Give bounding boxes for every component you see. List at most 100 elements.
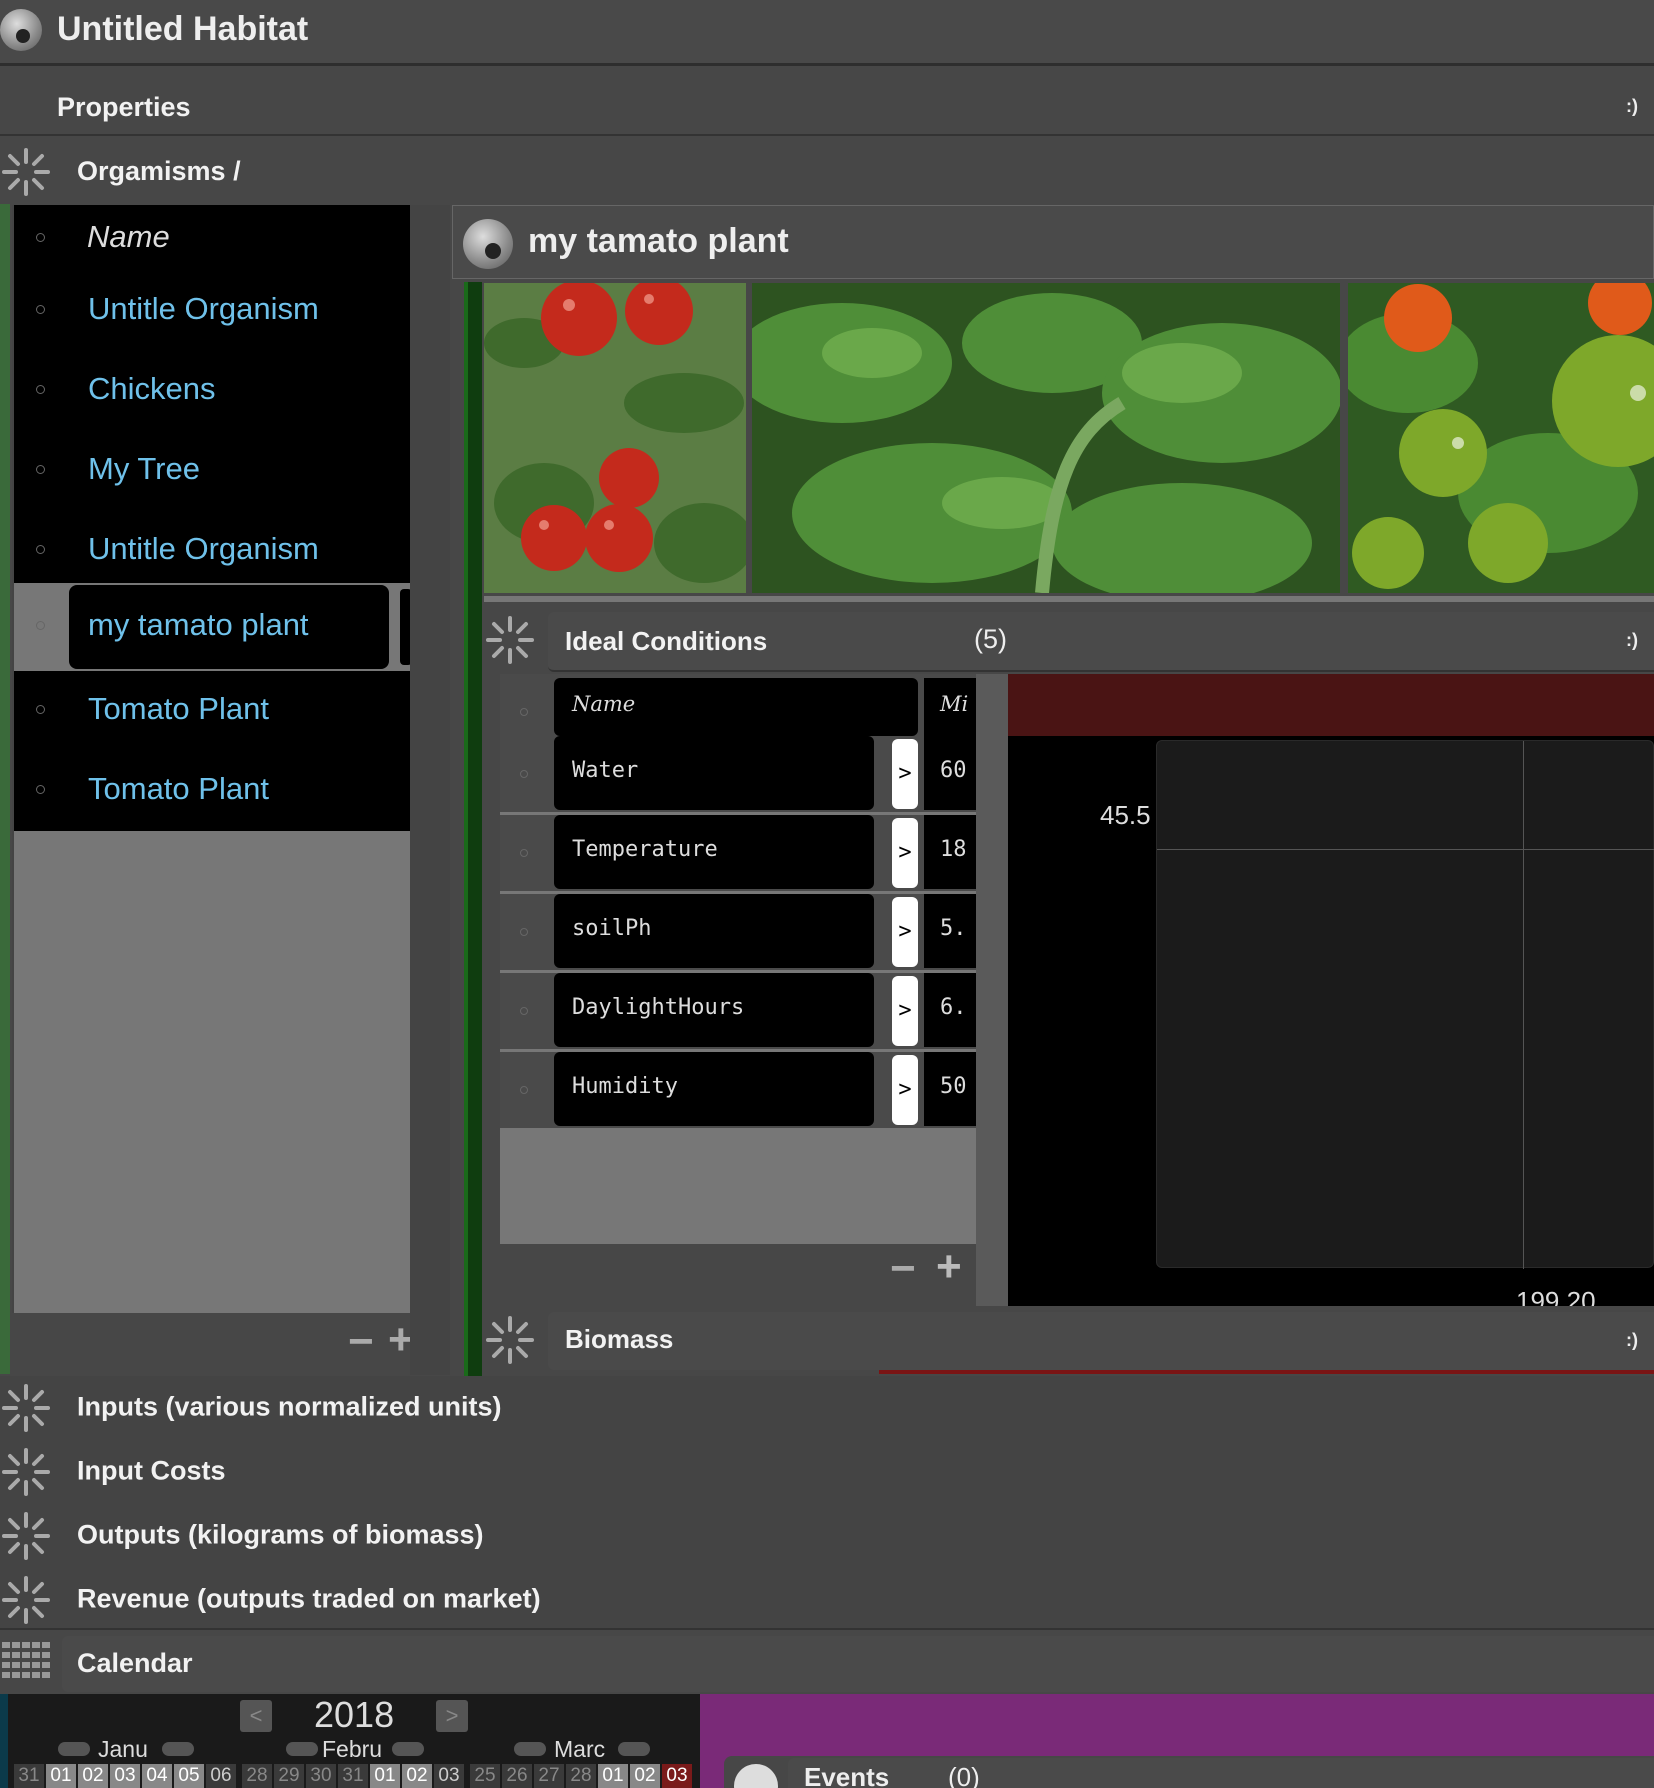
list-item[interactable]: Tomato Plant <box>14 671 412 751</box>
ideal-conditions-corner-icon[interactable]: :) <box>1626 630 1638 651</box>
row-dot-icon <box>36 465 45 474</box>
calendar-day[interactable]: 31 <box>14 1764 44 1788</box>
condition-name-cell[interactable]: soilPh <box>554 894 874 968</box>
condition-min-cell[interactable]: 60 <box>924 736 976 810</box>
spinner-icon <box>2 1512 50 1560</box>
condition-min-cell[interactable]: 50 <box>924 1052 976 1126</box>
ideal-conditions-count: (5) <box>974 624 1007 654</box>
condition-min-cell[interactable]: 6. <box>924 973 976 1047</box>
spinner-icon <box>486 1316 534 1364</box>
calendar-day[interactable]: 28 <box>242 1764 272 1788</box>
row-dot-icon <box>36 233 45 242</box>
row-dot-icon <box>36 545 45 554</box>
condition-min-cell[interactable]: 5. <box>924 894 976 968</box>
expand-arrow-button[interactable]: > <box>892 1055 918 1125</box>
biomass-bar[interactable]: Biomass :) <box>484 1306 1654 1374</box>
biomass-corner-icon[interactable]: :) <box>1626 1330 1638 1351</box>
condition-name-cell[interactable]: Water <box>554 736 874 810</box>
properties-corner-icon[interactable]: :) <box>1626 96 1638 117</box>
condition-name-cell[interactable]: DaylightHours <box>554 973 874 1047</box>
calendar-day[interactable]: 01 <box>598 1764 628 1788</box>
calendar-day[interactable]: 03 <box>662 1764 692 1788</box>
calendar-day[interactable]: 26 <box>502 1764 532 1788</box>
calendar-day[interactable]: 03 <box>110 1764 140 1788</box>
month-scroll-pill[interactable] <box>58 1742 90 1756</box>
calendar-day[interactable]: 27 <box>534 1764 564 1788</box>
list-item[interactable]: Tomato Plant <box>14 751 412 831</box>
condition-row[interactable]: soilPh > 5. <box>500 894 976 970</box>
calendar-day[interactable]: 25 <box>470 1764 500 1788</box>
title-bar: Untitled Habitat <box>0 0 1654 66</box>
ideal-conditions-bar[interactable]: Ideal Conditions (5) :) <box>484 608 1654 674</box>
next-year-button[interactable]: > <box>436 1700 468 1732</box>
photo-scrollbar[interactable] <box>484 596 1654 602</box>
list-item[interactable]: Untitle Organism <box>14 271 412 351</box>
spinner-icon <box>486 616 534 664</box>
window-orb-icon[interactable] <box>0 9 42 51</box>
list-item[interactable]: Chickens <box>14 351 412 431</box>
calendar-day[interactable]: 02 <box>402 1764 432 1788</box>
month-scroll-pill[interactable] <box>392 1742 424 1756</box>
calendar-day[interactable]: 31 <box>338 1764 368 1788</box>
calendar-day[interactable]: 30 <box>306 1764 336 1788</box>
expand-arrow-button[interactable]: > <box>892 976 918 1046</box>
ideal-conditions-label: Ideal Conditions <box>565 626 768 656</box>
events-orb-icon[interactable] <box>734 1764 778 1788</box>
row-dot-icon <box>36 705 45 714</box>
list-item[interactable]: My Tree <box>14 431 412 511</box>
condition-min-cell[interactable]: 18 <box>924 815 976 889</box>
calendar-day[interactable]: 05 <box>174 1764 204 1788</box>
calendar-day[interactable]: 04 <box>142 1764 172 1788</box>
calendar-day[interactable]: 01 <box>370 1764 400 1788</box>
calendar-accent <box>0 1694 8 1788</box>
condition-row[interactable]: Humidity > 50 <box>500 1052 976 1128</box>
month-scroll-pill[interactable] <box>618 1742 650 1756</box>
remove-organism-button[interactable]: − <box>348 1317 374 1367</box>
condition-row[interactable]: Temperature > 18 <box>500 815 976 891</box>
prev-year-button[interactable]: < <box>240 1700 272 1732</box>
min-column-header[interactable]: Mi <box>924 678 976 736</box>
calendar-bar[interactable]: Calendar <box>0 1632 1654 1694</box>
expand-arrow-button[interactable]: > <box>892 897 918 967</box>
organisms-breadcrumb: Orgamisms / <box>77 156 241 186</box>
condition-name-cell[interactable]: Humidity <box>554 1052 874 1126</box>
spinner-icon <box>2 148 50 196</box>
chart-y-label: 45.5 <box>1100 800 1151 830</box>
add-condition-button[interactable]: + <box>936 1242 962 1292</box>
calendar-day[interactable]: 01 <box>46 1764 76 1788</box>
calendar-day[interactable]: 02 <box>78 1764 108 1788</box>
expand-arrow-button[interactable]: > <box>892 818 918 888</box>
calendar-day[interactable]: 28 <box>566 1764 596 1788</box>
organisms-bar[interactable]: Orgamisms / <box>0 140 1654 204</box>
section-inputs[interactable]: Inputs (various normalized units) <box>0 1376 1654 1440</box>
section-outputs[interactable]: Outputs (kilograms of biomass) <box>0 1504 1654 1568</box>
calendar-day[interactable]: 02 <box>630 1764 660 1788</box>
calendar-year: 2018 <box>314 1694 395 1735</box>
list-item-selected[interactable]: my tamato plant <box>14 583 412 671</box>
calendar-label: Calendar <box>77 1648 193 1678</box>
properties-bar[interactable]: Properties :) <box>0 78 1654 136</box>
condition-row[interactable]: Water > 60 <box>500 736 976 812</box>
chart-plot-area <box>1156 740 1654 1269</box>
expand-arrow-button[interactable]: > <box>892 739 918 809</box>
section-revenue[interactable]: Revenue (outputs traded on market) <box>0 1568 1654 1630</box>
events-count: (0) <box>948 1762 980 1788</box>
month-scroll-pill[interactable] <box>162 1742 194 1756</box>
month-scroll-pill[interactable] <box>514 1742 546 1756</box>
row-dot-icon <box>520 1086 528 1094</box>
table-scrollbar[interactable] <box>976 674 1008 1306</box>
list-item[interactable]: Untitle Organism <box>14 511 412 591</box>
name-column-header[interactable]: Name <box>69 209 399 267</box>
name-column-header[interactable]: Name <box>554 678 918 736</box>
calendar-day[interactable]: 29 <box>274 1764 304 1788</box>
month-scroll-pill[interactable] <box>286 1742 318 1756</box>
remove-condition-button[interactable]: − <box>890 1244 916 1294</box>
section-input-costs[interactable]: Input Costs <box>0 1440 1654 1504</box>
row-dot-icon <box>36 305 45 314</box>
condition-name-cell[interactable]: Temperature <box>554 815 874 889</box>
organism-orb-icon[interactable] <box>463 219 513 269</box>
calendar-day[interactable]: 03 <box>434 1764 464 1788</box>
condition-row[interactable]: DaylightHours > 6. <box>500 973 976 1049</box>
calendar-day[interactable]: 06 <box>206 1764 236 1788</box>
events-bar[interactable]: Events (0) <box>724 1756 1654 1788</box>
